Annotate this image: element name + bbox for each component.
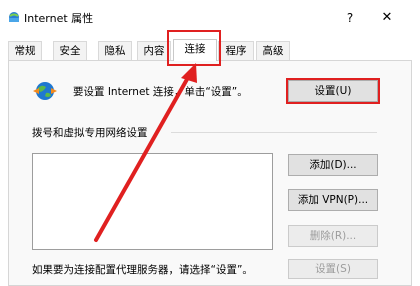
tab-security[interactable]: 安全 [53,41,87,60]
highlight-connections-tab [167,30,221,66]
window-title: Internet 属性 [24,12,94,25]
tab-privacy[interactable]: 隐私 [98,41,132,60]
add-vpn-button[interactable]: 添加 VPN(P)... [288,189,378,211]
tab-content[interactable]: 内容 [137,41,171,60]
globe-network-icon [32,80,58,102]
tab-advanced[interactable]: 高级 [256,41,290,60]
highlight-setup-text [286,78,380,104]
internet-options-icon [8,11,20,23]
add-button[interactable]: 添加(D)... [288,154,378,176]
tab-programs[interactable]: 程序 [218,41,254,60]
remove-button[interactable]: 删除(R)... [288,225,378,247]
tab-general[interactable]: 常规 [8,41,42,60]
setup-instruction: 要设置 Internet 连接，单击“设置”。 [73,86,248,98]
connections-list[interactable] [32,153,273,250]
close-button[interactable]: ✕ [374,7,400,29]
title-bar: Internet 属性 ? ✕ [0,0,420,34]
dialup-vpn-group-label: 拨号和虚拟专用网络设置 [32,127,148,139]
help-button[interactable]: ? [338,7,362,29]
proxy-instruction: 如果要为连接配置代理服务器，请选择“设置”。 [32,264,253,276]
lan-settings-button[interactable]: 设置(S) [288,259,378,279]
group-divider [171,132,377,133]
